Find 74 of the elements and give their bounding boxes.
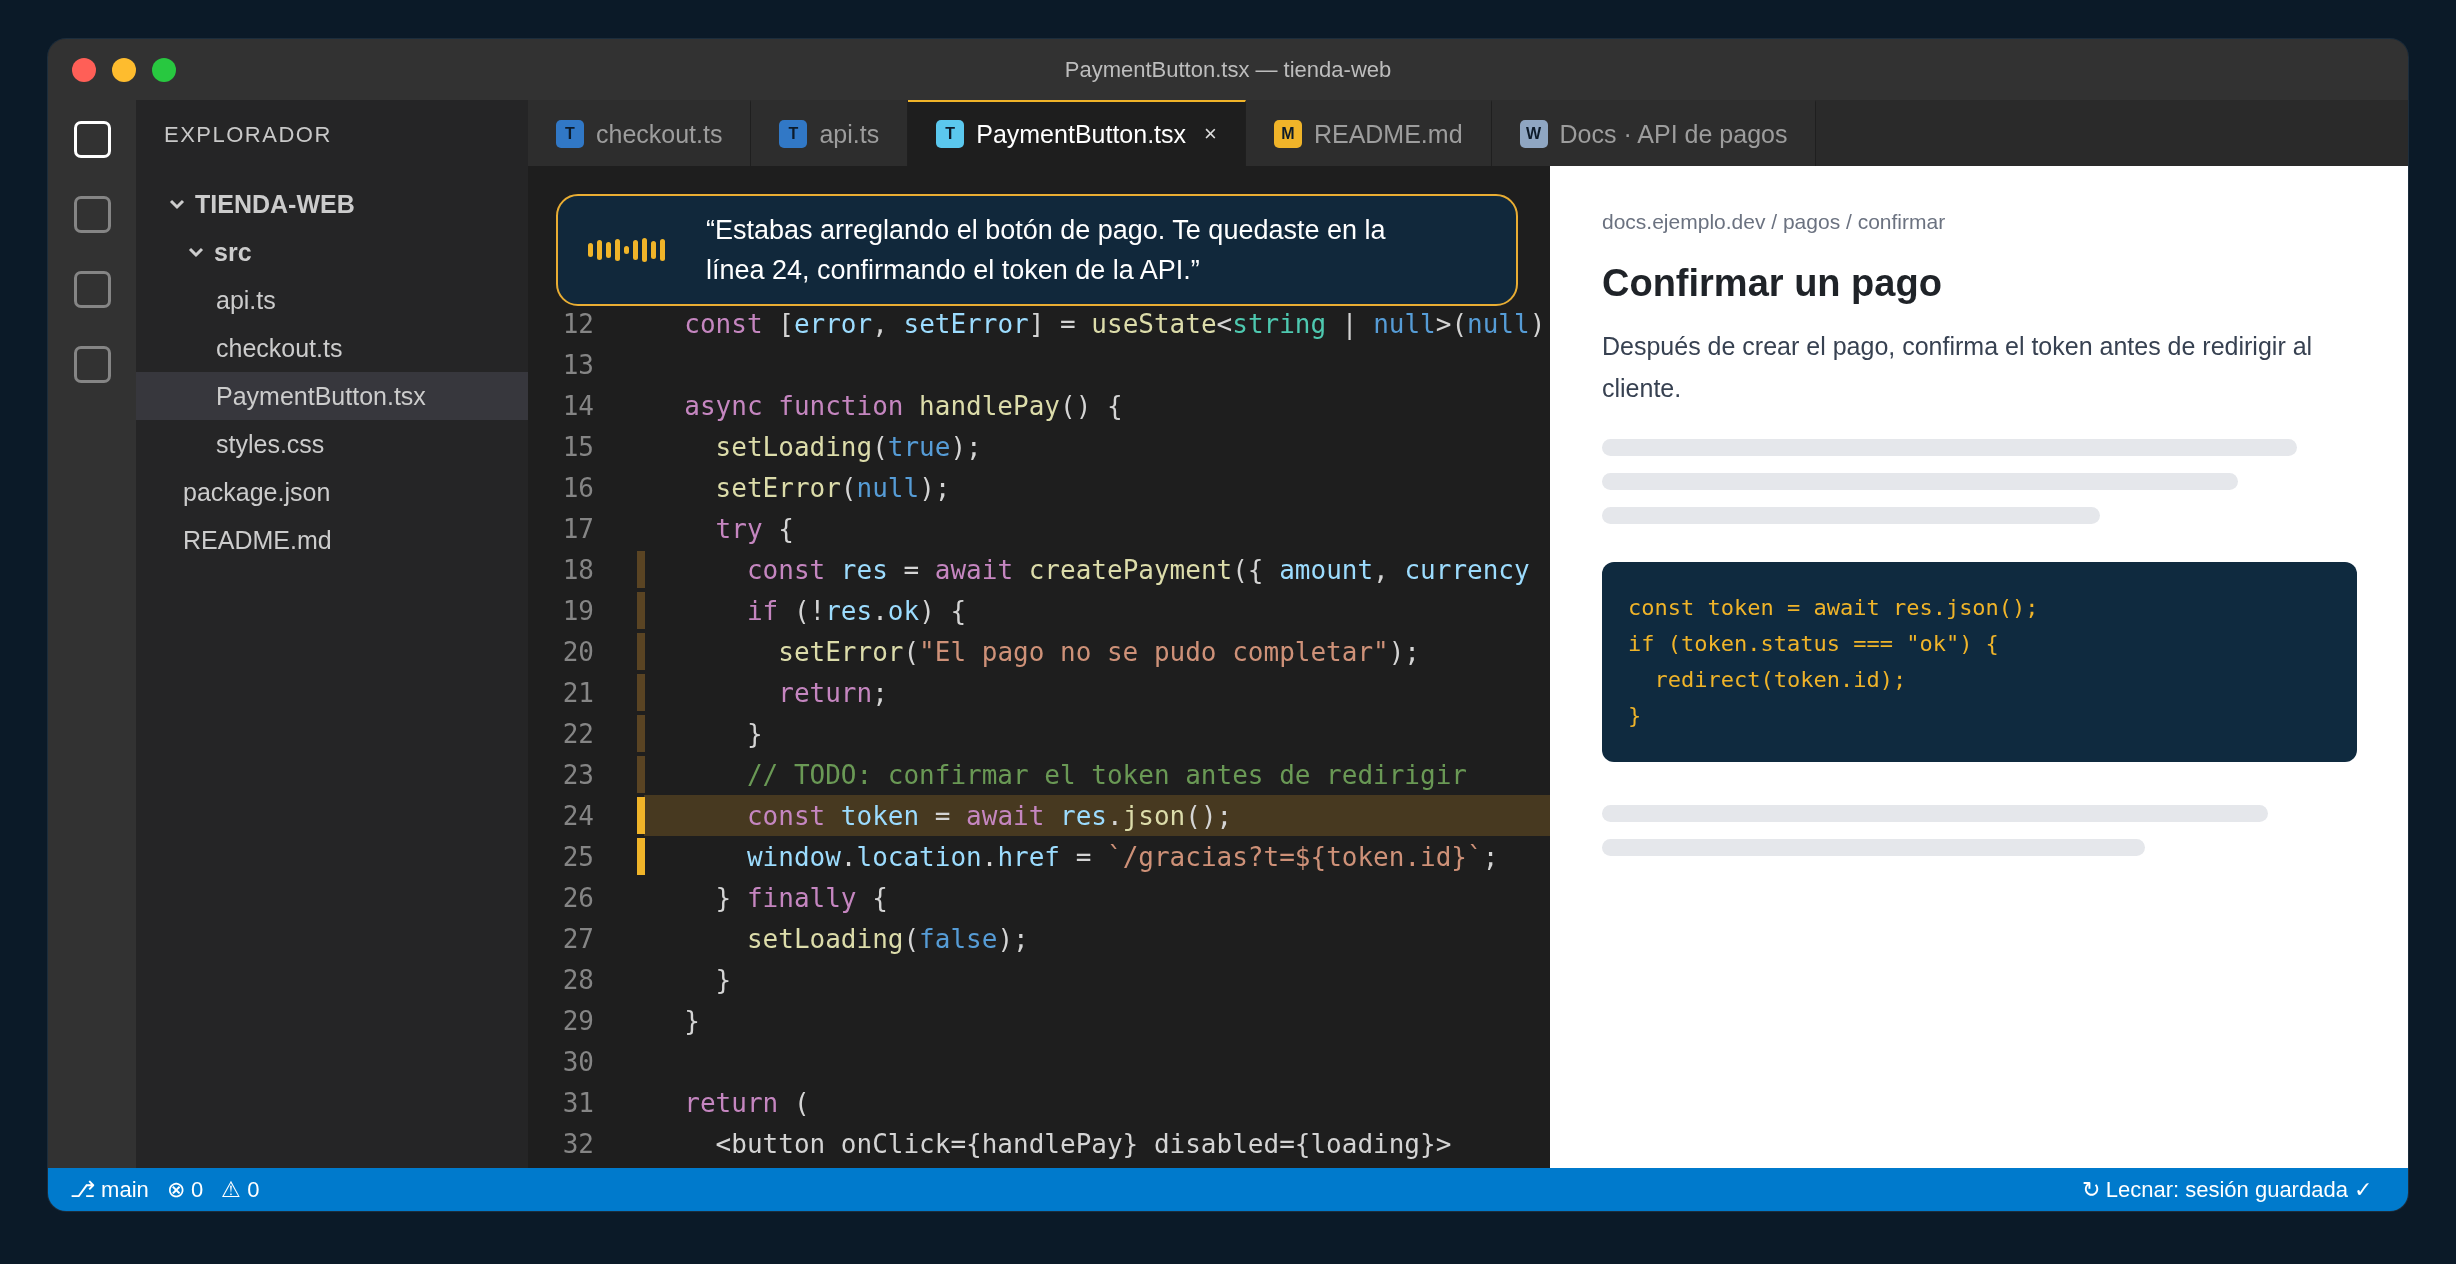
code-line: // TODO: confirmar el token antes de redirigir [745,759,1467,790]
line-number: 27 [561,923,594,954]
folder-row[interactable]: TIENDA-WEB [136,180,528,228]
file-type-icon: T [936,120,965,148]
file-row[interactable]: api.ts [136,276,528,324]
code-line: return ( [683,1087,810,1118]
code-line: window.location.href = `/gracias?t=${token.id}`; [745,841,1499,872]
code-line: } [1628,702,1643,730]
file-row[interactable]: package.json [136,468,528,516]
code-line: } [683,1005,700,1036]
line-number: 17 [561,513,594,544]
code-line: if (token.status === "ok") { [1628,630,2000,658]
code-line: } finally { [714,882,888,913]
line-number: 14 [561,390,594,421]
line-number: 28 [561,964,594,995]
line-number: 29 [561,1005,594,1036]
explorer-title: EXPLORADOR [163,122,332,149]
code-line: try { [714,513,794,544]
window-title: PaymentButton.tsx — tienda-web [1064,56,1392,83]
file-type-icon: T [556,120,584,148]
code-line: } [714,964,732,995]
minimize-window-button[interactable] [112,57,136,82]
warning-count[interactable]: ⚠ 0 [221,1176,260,1203]
code-line: const res = await createPayment({ amount, currency [745,554,1530,585]
branch-indicator[interactable]: ⎇ main [70,1176,149,1203]
code-line: async function handlePay() { [683,390,1123,421]
file-type-icon: T [779,120,808,148]
breadcrumb: docs.ejemplo.dev / pagos / confirmar [1602,210,1946,234]
file-row[interactable]: README.md [136,516,528,564]
file-row[interactable]: PaymentButton.tsx [136,372,528,420]
line-number: 13 [561,349,594,380]
folder-row[interactable]: src [136,228,528,276]
page-heading: Confirmar un pago [1602,262,1943,305]
chevron-icon[interactable] [169,198,185,210]
code-line: setLoading(true); [714,431,982,462]
line-number: 26 [561,882,594,913]
file-row[interactable]: styles.css [136,420,528,468]
line-number: 23 [561,759,594,790]
code-line: setLoading(false); [745,923,1029,954]
close-tab-button[interactable]: × [1204,121,1217,147]
line-number: 12 [561,308,594,339]
zoom-window-button[interactable] [152,57,176,82]
tooltip-text: “Estabas arreglando el botón de pago. Te quedaste en la línea 24, confirmando el token de la API.” [706,214,1387,287]
code-line: return; [777,677,888,708]
line-number: 25 [561,841,594,872]
line-number: 21 [561,677,594,708]
line-number: 20 [561,636,594,667]
file-row[interactable]: checkout.ts [136,324,528,372]
file-type-icon: M [1273,120,1302,148]
session-status[interactable]: ↻ Lecnar: sesión guardada ✓ [2081,1176,2372,1203]
code-line: const token = await res.json(); [745,800,1233,831]
line-number: 15 [561,431,594,462]
code-line: const [error, setError] = useState<string | null>(null) [683,308,1546,339]
close-window-button[interactable] [72,57,96,82]
line-number: 16 [561,472,594,503]
code-line: } [745,718,763,749]
line-number: 18 [561,554,594,585]
code-line: if (!res.ok) { [745,595,967,626]
code-line: setError("El pago no se pudo completar"); [777,636,1421,667]
line-number: 24 [561,800,594,831]
code-line: redirect(token.id); [1653,666,1908,694]
line-number: 19 [561,595,594,626]
editor-tab[interactable]: T PaymentButton.tsx × [908,100,1246,166]
line-number: 22 [561,718,594,749]
file-type-icon: W [1519,120,1548,148]
line-number: 31 [561,1087,594,1118]
line-number: 30 [561,1046,594,1077]
chevron-icon[interactable] [188,246,204,258]
paragraph: Después de crear el pago, confirma el token antes de redirigir al cliente. [1602,331,2314,404]
code-line: const token = await res.json(); [1628,594,2040,622]
line-number: 32 [561,1128,594,1159]
code-line: <button onClick={handlePay} disabled={loading}> [714,1128,1452,1159]
code-line: setError(null); [714,472,951,503]
error-count[interactable]: ⊗ 0 [166,1176,204,1203]
